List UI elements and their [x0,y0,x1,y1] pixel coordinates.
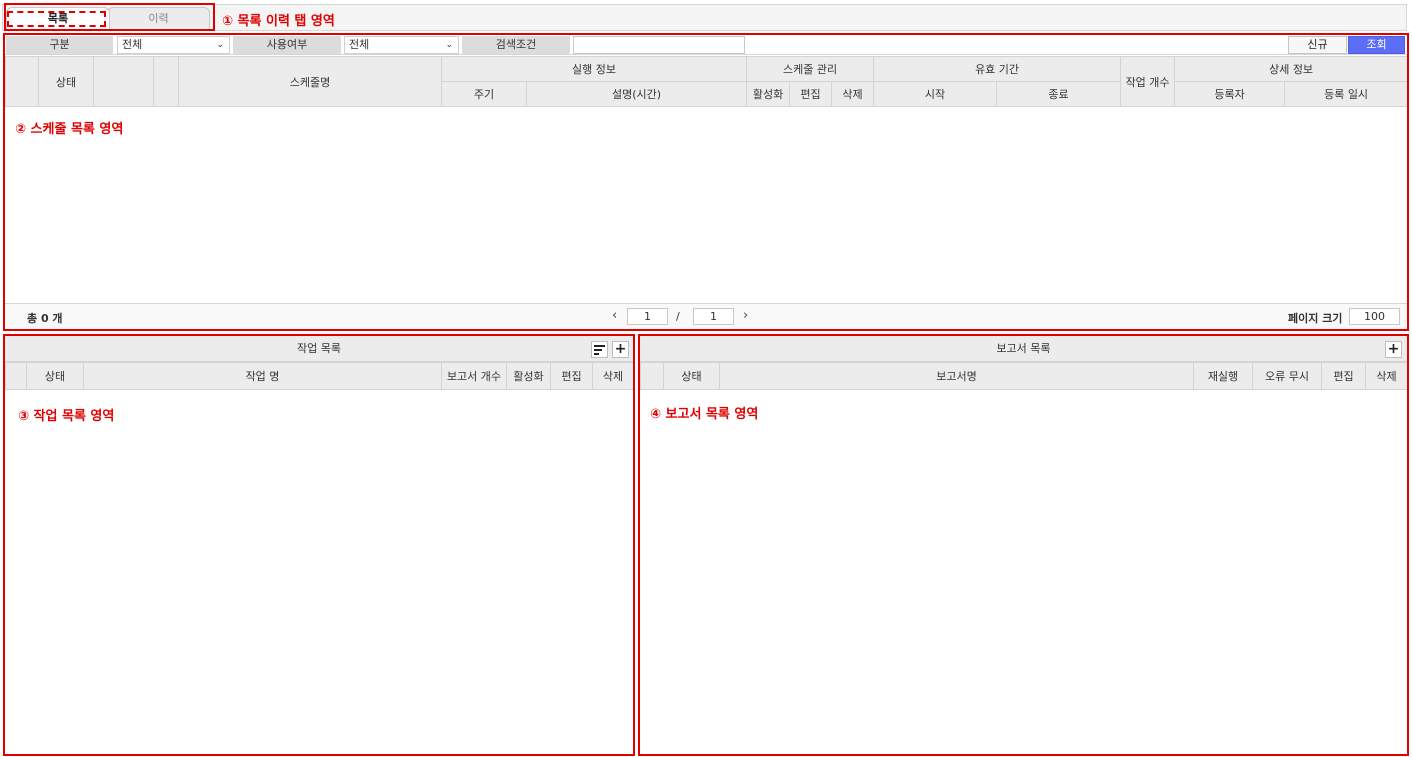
report-area-annotation: ④ 보고서 목록 영역 [650,407,759,422]
job-area-annotation-box [3,334,635,756]
report-area-annotation-box [638,334,1409,756]
schedule-area-annotation-box [3,33,1409,331]
schedule-area-annotation: ② 스케줄 목록 영역 [15,122,124,137]
tab-area-annotation: ① 목록 이력 탭 영역 [222,14,335,29]
tab-area-annotation-box [4,3,215,31]
job-area-annotation: ③ 작업 목록 영역 [18,409,115,424]
